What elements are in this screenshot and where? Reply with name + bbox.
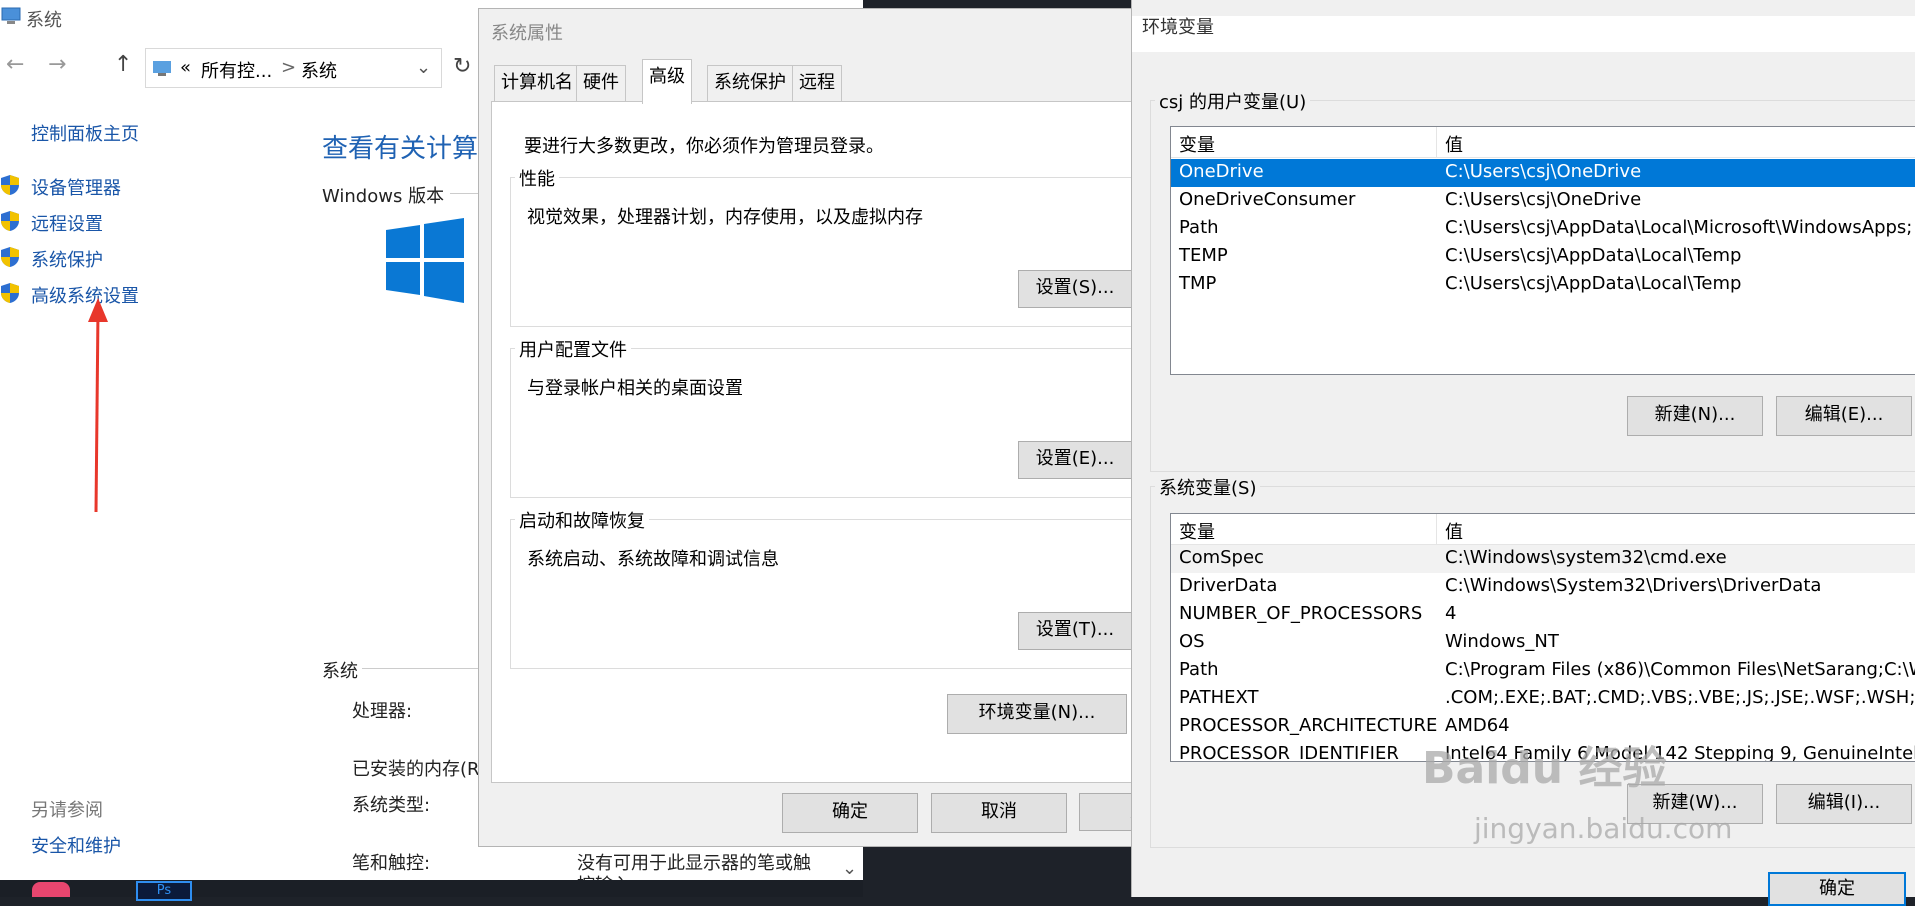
group-label: 启动和故障恢复 — [515, 507, 649, 533]
group-label: 系统变量(S) — [1155, 474, 1261, 500]
tab-hardware[interactable]: 硬件 — [576, 65, 626, 102]
var-value: C:\Windows\System32\Drivers\DriverData — [1445, 575, 1822, 596]
group-label: 性能 — [515, 165, 559, 191]
dialog-title: 系统属性 — [491, 23, 563, 44]
list-item[interactable]: Path C:\Users\csj\AppData\Local\Microsof… — [1171, 215, 1915, 243]
group-description: 系统启动、系统故障和调试信息 — [527, 549, 779, 570]
var-name: Path — [1179, 659, 1219, 680]
list-header: 变量 值 — [1171, 514, 1915, 545]
list-item[interactable]: OneDriveConsumer C:\Users\csj\OneDrive — [1171, 187, 1915, 215]
var-name: DriverData — [1179, 575, 1278, 596]
cancel-button[interactable]: 取消 — [931, 793, 1067, 833]
list-item[interactable]: OS Windows_NT — [1171, 629, 1915, 657]
list-item[interactable]: ComSpec C:\Windows\system32\cmd.exe — [1171, 545, 1915, 573]
tab-system-protection[interactable]: 系统保护 — [707, 65, 793, 102]
var-value: C:\Users\csj\OneDrive — [1445, 161, 1642, 182]
column-header-variable[interactable]: 变量 — [1179, 131, 1215, 157]
var-value: C:\Users\csj\AppData\Local\Temp — [1445, 273, 1742, 294]
column-separator — [1436, 514, 1437, 544]
watermark-brand: Baidu 经验 — [1422, 743, 1667, 794]
list-item[interactable]: NUMBER_OF_PROCESSORS 4 — [1171, 601, 1915, 629]
tab-advanced[interactable]: 高级 — [642, 59, 692, 104]
var-value: 4 — [1445, 603, 1457, 624]
var-name: PROCESSOR_IDENTIFIER — [1179, 743, 1399, 762]
list-item[interactable]: TEMP C:\Users\csj\AppData\Local\Temp — [1171, 243, 1915, 271]
performance-group: 性能 视觉效果，处理器计划，内存使用，以及虚拟内存 设置(S)... — [510, 165, 1152, 327]
list-header: 变量 值 — [1171, 127, 1915, 158]
group-description: 与登录帐户相关的桌面设置 — [527, 378, 743, 399]
var-name: PROCESSOR_ARCHITECTURE — [1179, 715, 1438, 736]
var-name: OneDrive — [1179, 161, 1264, 182]
environment-variables-dialog: 环境变量 csj 的用户变量(U) 变量 值 OneDrive C:\Users… — [1131, 0, 1915, 906]
arrowhead — [88, 298, 108, 322]
dialog-title: 环境变量 — [1132, 16, 1915, 52]
column-header-value[interactable]: 值 — [1445, 131, 1463, 157]
tab-panel-advanced: 要进行大多数更改，你必须作为管理员登录。 性能 视觉效果，处理器计划，内存使用，… — [491, 101, 1152, 783]
group-label: 用户配置文件 — [515, 336, 631, 362]
tab-computer-name[interactable]: 计算机名 — [494, 65, 580, 102]
var-value: .COM;.EXE;.BAT;.CMD;.VBS;.VBE;.JS;.JSE;.… — [1445, 687, 1915, 708]
system-properties-dialog: 系统属性 计算机名 硬件 高级 系统保护 远程 要进行大多数更改，你必须作为管理… — [478, 8, 1152, 847]
list-item[interactable]: Path C:\Program Files (x86)\Common Files… — [1171, 657, 1915, 685]
group-label: csj 的用户变量(U) — [1155, 88, 1311, 114]
var-value: C:\Windows\system32\cmd.exe — [1445, 547, 1727, 568]
system-variables-list[interactable]: 变量 值 ComSpec C:\Windows\system32\cmd.exe… — [1170, 513, 1915, 762]
apply-button[interactable]: 应 — [1079, 793, 1148, 831]
admin-note: 要进行大多数更改，你必须作为管理员登录。 — [524, 136, 884, 157]
var-name: TEMP — [1179, 245, 1228, 266]
var-value: C:\Users\csj\OneDrive — [1445, 189, 1642, 210]
var-name: OS — [1179, 631, 1205, 652]
list-item[interactable]: TMP C:\Users\csj\AppData\Local\Temp — [1171, 271, 1915, 299]
group-description: 视觉效果，处理器计划，内存使用，以及虚拟内存 — [527, 207, 923, 228]
var-name: Path — [1179, 217, 1219, 238]
environment-variables-button[interactable]: 环境变量(N)... — [947, 694, 1127, 734]
column-separator — [1436, 127, 1437, 157]
var-value: C:\Users\csj\AppData\Local\Temp — [1445, 245, 1742, 266]
column-header-variable[interactable]: 变量 — [1179, 518, 1215, 544]
ok-button[interactable]: 确定 — [1768, 872, 1906, 906]
user-variables-list[interactable]: 变量 值 OneDrive C:\Users\csj\OneDrive OneD… — [1170, 126, 1915, 375]
var-value: Windows_NT — [1445, 631, 1559, 652]
startup-recovery-settings-button[interactable]: 设置(T)... — [1018, 612, 1132, 650]
list-item[interactable]: OneDrive C:\Users\csj\OneDrive — [1171, 159, 1915, 187]
system-edit-button[interactable]: 编辑(I)... — [1776, 784, 1912, 824]
user-new-button[interactable]: 新建(N)... — [1627, 396, 1763, 436]
user-edit-button[interactable]: 编辑(E)... — [1776, 396, 1912, 436]
startup-recovery-group: 启动和故障恢复 系统启动、系统故障和调试信息 设置(T)... — [510, 507, 1152, 669]
performance-settings-button[interactable]: 设置(S)... — [1018, 270, 1132, 308]
var-value: C:\Users\csj\AppData\Local\Microsoft\Win… — [1445, 217, 1913, 238]
list-item[interactable]: PATHEXT .COM;.EXE;.BAT;.CMD;.VBS;.VBE;.J… — [1171, 685, 1915, 713]
ok-button[interactable]: 确定 — [782, 793, 918, 833]
var-name: ComSpec — [1179, 547, 1264, 568]
user-profiles-settings-button[interactable]: 设置(E)... — [1018, 441, 1132, 479]
annotation-arrow — [94, 309, 100, 513]
var-name: OneDriveConsumer — [1179, 189, 1356, 210]
watermark-url: jingyan.baidu.com — [1474, 812, 1733, 845]
user-profiles-group: 用户配置文件 与登录帐户相关的桌面设置 设置(E)... — [510, 336, 1152, 498]
list-item[interactable]: DriverData C:\Windows\System32\Drivers\D… — [1171, 573, 1915, 601]
var-name: TMP — [1179, 273, 1217, 294]
var-name: PATHEXT — [1179, 687, 1259, 708]
var-value: C:\Program Files (x86)\Common Files\NetS… — [1445, 659, 1915, 680]
var-name: NUMBER_OF_PROCESSORS — [1179, 603, 1423, 624]
column-header-value[interactable]: 值 — [1445, 518, 1463, 544]
tab-remote[interactable]: 远程 — [792, 65, 842, 102]
